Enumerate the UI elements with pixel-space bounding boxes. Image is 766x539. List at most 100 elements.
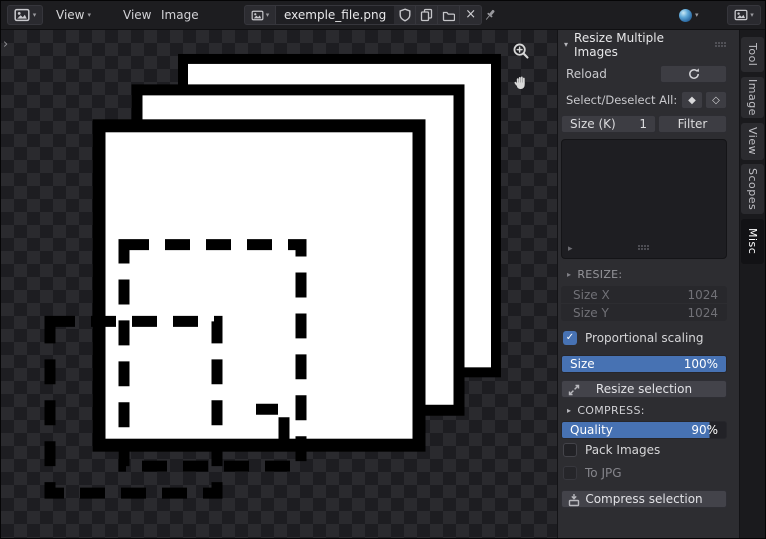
- pin-button[interactable]: [481, 5, 499, 25]
- image-icon: [734, 9, 748, 21]
- proportional-label: Proportional scaling: [585, 331, 704, 345]
- compress-selection-label: Compress selection: [585, 492, 703, 506]
- size-y-value: 1024: [687, 305, 718, 320]
- tab-tool[interactable]: Tool: [741, 37, 764, 72]
- display-channels-dropdown[interactable]: ▾: [727, 5, 761, 25]
- diamond-filled-icon: ◆: [688, 94, 696, 106]
- panel-header[interactable]: ▾ Resize Multiple Images: [564, 31, 727, 59]
- size-y-field[interactable]: Size Y 1024: [561, 304, 727, 321]
- size-k-button[interactable]: Size (K) 1: [561, 115, 656, 133]
- size-x-label: Size X: [573, 287, 610, 302]
- browse-image-button[interactable]: ▾: [244, 5, 276, 25]
- pack-images-label: Pack Images: [585, 443, 661, 457]
- to-jpg-checkbox[interactable]: [563, 466, 577, 480]
- refresh-icon: [688, 68, 699, 79]
- resize-icon: [568, 384, 580, 396]
- size-x-value: 1024: [687, 287, 718, 302]
- proportional-checkbox[interactable]: ✓: [563, 331, 577, 345]
- hand-icon: [513, 76, 525, 89]
- pack-images-checkbox[interactable]: [563, 443, 577, 457]
- size-slider-value: 100%: [683, 357, 718, 371]
- quality-slider-label: Quality: [570, 423, 613, 437]
- size-k-label: Size (K): [570, 117, 616, 131]
- select-all-button[interactable]: ◆: [681, 91, 703, 109]
- tab-image[interactable]: Image: [741, 77, 764, 118]
- copy-icon: [421, 8, 433, 22]
- image-canvas[interactable]: ›: [1, 30, 557, 538]
- unlink-image-button[interactable]: ×: [460, 5, 483, 25]
- panel-expand-icon: ▾: [564, 40, 569, 49]
- tab-scopes[interactable]: Scopes: [741, 164, 764, 214]
- size-slider[interactable]: Size 100%: [561, 355, 727, 373]
- quality-slider[interactable]: Quality 90%: [561, 421, 727, 439]
- resize-section-label: RESIZE:: [577, 268, 623, 281]
- reload-button[interactable]: [660, 65, 727, 83]
- pan-gizmo[interactable]: [510, 71, 532, 93]
- size-y-label: Size Y: [573, 305, 609, 320]
- filter-label: Filter: [677, 117, 708, 131]
- compress-button-row: Compress selection: [561, 490, 727, 508]
- resize-selection-label: Resize selection: [595, 382, 693, 396]
- resize-selection-button[interactable]: Resize selection: [561, 380, 727, 398]
- size-slider-label: Size: [570, 357, 595, 371]
- compress-icon: [568, 494, 580, 507]
- close-icon: ×: [465, 7, 477, 22]
- tab-misc[interactable]: Misc: [741, 219, 764, 264]
- mode-dropdown[interactable]: View ▾: [51, 5, 96, 25]
- image-list[interactable]: ▸: [561, 139, 727, 259]
- reload-row: Reload: [561, 65, 727, 83]
- resize-section-header[interactable]: ▸ RESIZE:: [567, 268, 727, 281]
- pack-images-row: Pack Images: [563, 442, 727, 458]
- chevron-down-icon: ▾: [87, 10, 91, 19]
- chevron-down-icon: ▾: [750, 10, 754, 19]
- to-jpg-label: To JPG: [585, 466, 622, 480]
- sphere-icon: [679, 8, 692, 22]
- compress-section-label: COMPRESS:: [577, 404, 645, 417]
- sidebar-tabstrip: Tool Image View Scopes Misc: [739, 30, 765, 538]
- diamond-outline-icon: ◇: [712, 94, 720, 106]
- sidebar-panel: ▾ Resize Multiple Images Reload Select/D…: [557, 30, 739, 538]
- quality-slider-value: 90%: [691, 423, 718, 437]
- sort-filter-row: Size (K) 1 Filter: [561, 115, 727, 133]
- image-name-field[interactable]: exemple_file.png: [276, 5, 395, 25]
- image-editor-icon: [14, 8, 30, 22]
- panel-title: Resize Multiple Images: [574, 31, 664, 59]
- compress-section-header[interactable]: ▸ COMPRESS:: [567, 404, 727, 417]
- open-image-button[interactable]: [438, 5, 461, 25]
- to-jpg-row: To JPG: [563, 465, 727, 481]
- size-x-field[interactable]: Size X 1024: [561, 286, 727, 303]
- menu-view[interactable]: View: [118, 5, 156, 25]
- image-content: [44, 53, 501, 499]
- chevron-down-icon: ▾: [695, 10, 699, 19]
- fake-user-button[interactable]: [394, 5, 417, 25]
- zoom-gizmo[interactable]: [510, 40, 532, 62]
- list-expand-icon[interactable]: ▸: [568, 245, 573, 254]
- tab-view[interactable]: View: [741, 123, 764, 160]
- magnifier-plus-icon: [513, 43, 529, 59]
- check-icon: ✓: [565, 332, 575, 343]
- list-resize-handle[interactable]: [638, 245, 650, 251]
- view-transform-dropdown[interactable]: ▾: [675, 5, 703, 25]
- reload-label: Reload: [566, 67, 607, 81]
- chevron-down-icon: ▾: [32, 10, 37, 19]
- new-image-button[interactable]: [416, 5, 439, 25]
- chevron-down-icon: ▾: [265, 10, 270, 19]
- menu-image[interactable]: Image: [156, 5, 204, 25]
- deselect-all-button[interactable]: ◇: [705, 91, 727, 109]
- filter-button[interactable]: Filter: [658, 115, 727, 133]
- mode-label: View: [56, 8, 85, 22]
- image-icon: [251, 10, 264, 20]
- editor-type-dropdown[interactable]: ▾: [7, 5, 43, 25]
- folder-icon: [443, 11, 456, 21]
- pin-icon: [485, 9, 495, 20]
- resize-button-row: Resize selection: [561, 380, 727, 398]
- image-datablock-selector: ▾ exemple_file.png ×: [244, 5, 483, 25]
- select-deselect-row: Select/Deselect All: ◆ ◇: [561, 91, 727, 109]
- triangle-right-icon: ▸: [567, 269, 572, 279]
- topbar: ▾ View ▾ View Image ▾ exemple_file.png ×…: [1, 1, 765, 30]
- panel-drag-handle[interactable]: [715, 42, 727, 48]
- proportional-row: ✓ Proportional scaling: [563, 330, 727, 346]
- compress-selection-button[interactable]: Compress selection: [561, 490, 727, 508]
- size-k-value: 1: [639, 117, 647, 131]
- shield-icon: [399, 8, 411, 22]
